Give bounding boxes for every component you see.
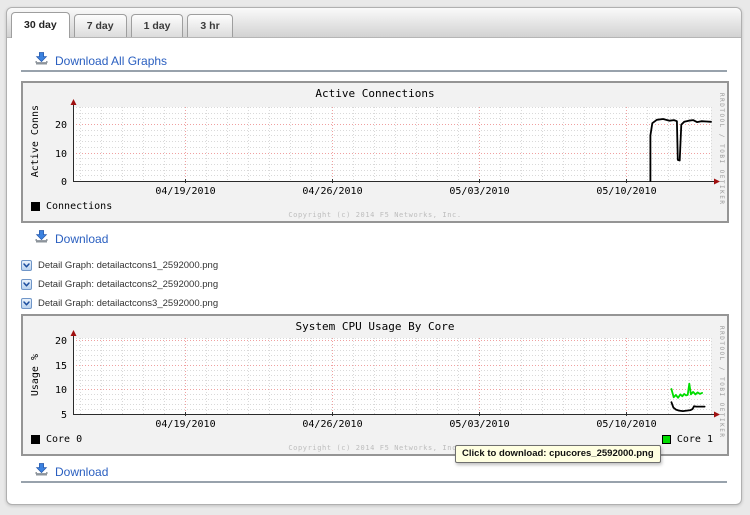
legend-swatch xyxy=(31,202,40,211)
detail-graph-label: Detail Graph: detailactcons3_2592000.png xyxy=(38,298,218,309)
separator xyxy=(21,481,727,483)
y-axis-label: Usage % xyxy=(30,354,41,396)
copyright-text: Copyright (c) 2014 F5 Networks, Inc. xyxy=(23,211,727,219)
download-graph1-link[interactable]: Download xyxy=(55,232,108,246)
svg-text:04/26/2010: 04/26/2010 xyxy=(302,419,362,430)
legend-swatch xyxy=(662,435,671,444)
detail-graph-link-2[interactable]: Detail Graph: detailactcons2_2592000.png xyxy=(21,278,727,291)
download-tooltip: Click to download: cpucores_2592000.png xyxy=(455,445,661,463)
tab-3-hr[interactable]: 3 hr xyxy=(187,14,232,37)
detail-graph-label: Detail Graph: detailactcons1_2592000.png xyxy=(38,260,218,271)
content-area: Download All Graphs 0 10 20 04/19/2010 04/26… xyxy=(7,52,741,483)
svg-text:04/19/2010: 04/19/2010 xyxy=(155,186,215,197)
plot-area: 5 10 15 20 04/19/2010 04/26/2010 05/03/2010 05/… xyxy=(23,316,727,454)
active-connections-graph[interactable]: 0 10 20 04/19/2010 04/26/2010 05/03/2010 05/10… xyxy=(21,81,729,223)
chevron-down-icon[interactable] xyxy=(21,279,32,290)
svg-text:04/26/2010: 04/26/2010 xyxy=(302,186,362,197)
svg-text:05/03/2010: 05/03/2010 xyxy=(449,186,509,197)
detail-graph-list: Detail Graph: detailactcons1_2592000.png… xyxy=(21,259,727,310)
svg-text:20: 20 xyxy=(55,336,67,347)
svg-text:05/10/2010: 05/10/2010 xyxy=(596,419,656,430)
tab-30-day[interactable]: 30 day xyxy=(11,12,70,38)
svg-text:04/19/2010: 04/19/2010 xyxy=(155,419,215,430)
graph-title: System CPU Usage By Core xyxy=(23,320,727,333)
svg-text:5: 5 xyxy=(61,410,67,421)
rrdtool-watermark: RRDTOOL / TOBI OETIKER xyxy=(718,93,725,205)
download-icon xyxy=(35,52,48,70)
svg-text:0: 0 xyxy=(61,177,67,188)
download-icon xyxy=(35,230,48,248)
download-all-graphs-link[interactable]: Download All Graphs xyxy=(55,54,167,68)
cpu-usage-graph[interactable]: 5 10 15 20 04/19/2010 04/26/2010 05/03/2010 05/… xyxy=(21,314,729,456)
legend-swatch xyxy=(31,435,40,444)
plot-area: 0 10 20 04/19/2010 04/26/2010 05/03/2010 05/10… xyxy=(23,83,727,221)
tab-7-day[interactable]: 7 day xyxy=(74,14,127,37)
download-graph2-link[interactable]: Download xyxy=(55,465,108,479)
download-icon xyxy=(35,463,48,481)
separator xyxy=(21,70,727,72)
svg-text:10: 10 xyxy=(55,385,67,396)
graph-title: Active Connections xyxy=(23,87,727,100)
svg-text:20: 20 xyxy=(55,120,67,131)
chevron-down-icon[interactable] xyxy=(21,260,32,271)
svg-text:05/03/2010: 05/03/2010 xyxy=(449,419,509,430)
svg-text:05/10/2010: 05/10/2010 xyxy=(596,186,656,197)
y-axis-label: Active Conns xyxy=(30,105,41,177)
tab-1-day[interactable]: 1 day xyxy=(131,14,184,37)
detail-graph-label: Detail Graph: detailactcons2_2592000.png xyxy=(38,279,218,290)
detail-graph-link-1[interactable]: Detail Graph: detailactcons1_2592000.png xyxy=(21,259,727,272)
svg-text:15: 15 xyxy=(55,361,67,372)
tab-bar: 30 day 7 day 1 day 3 hr xyxy=(7,8,741,38)
main-panel: 30 day 7 day 1 day 3 hr Download All Gra… xyxy=(6,7,742,505)
rrdtool-watermark: RRDTOOL / TOBI OETIKER xyxy=(718,326,725,438)
svg-text:10: 10 xyxy=(55,149,67,160)
detail-graph-link-3[interactable]: Detail Graph: detailactcons3_2592000.png xyxy=(21,297,727,310)
chevron-down-icon[interactable] xyxy=(21,298,32,309)
